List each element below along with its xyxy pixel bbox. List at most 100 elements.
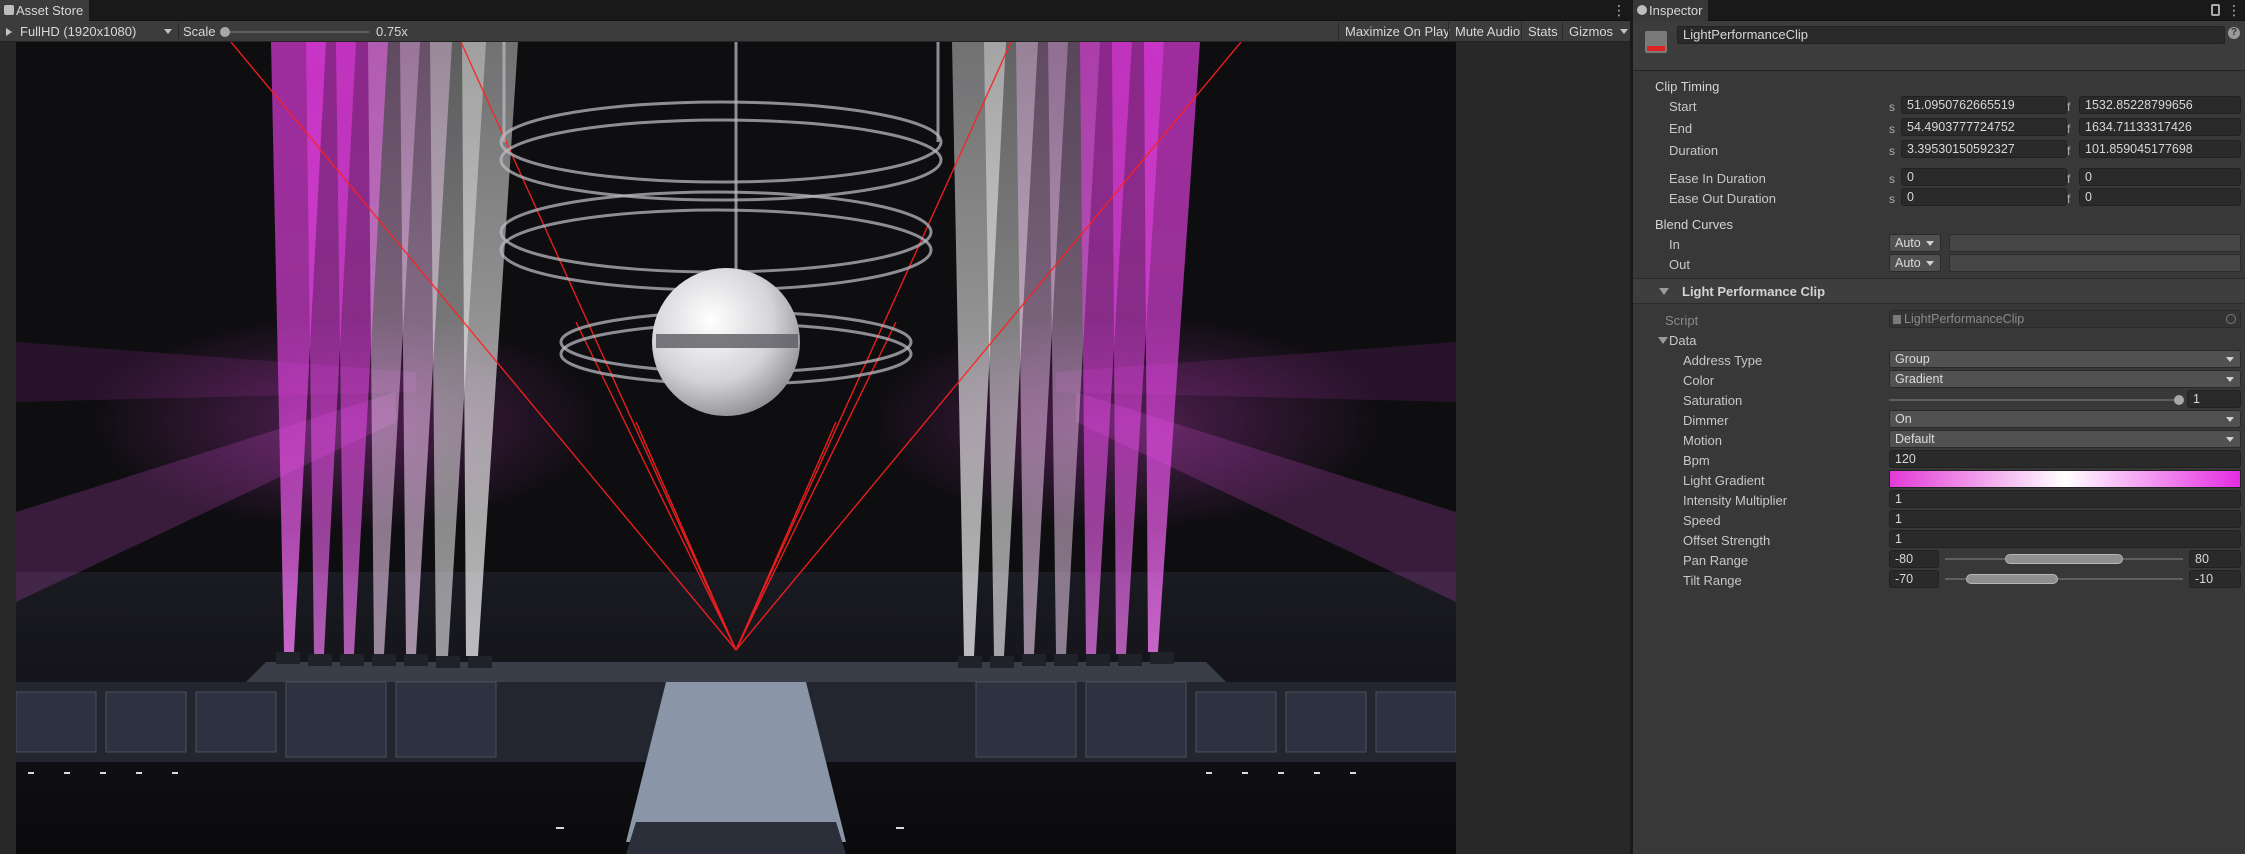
script-file-icon [1893,315,1901,324]
scale-label: Scale [183,24,216,39]
saturation-slider-track[interactable] [1889,399,2179,401]
chevron-down-icon [164,29,172,34]
duration-unit-s: s [1889,144,1895,158]
tilt-range-label: Tilt Range [1683,573,1742,588]
tab-asset-store[interactable]: Asset Store [0,0,90,21]
duration-frames-field[interactable]: 101.859045177698 [2079,140,2241,158]
start-seconds-field[interactable]: 51.0950762665519 [1901,96,2067,114]
ease-in-unit-s: s [1889,172,1895,186]
game-menu-kebab-icon[interactable]: ⋮ [1612,2,1626,18]
intensity-multiplier-label: Intensity Multiplier [1683,493,1788,508]
address-type-dropdown[interactable]: Group [1889,350,2241,368]
pan-range-minmax-handle[interactable] [2005,554,2123,564]
resolution-dropdown[interactable]: FullHD (1920x1080) [0,22,176,41]
dimmer-value: On [1895,412,1912,426]
intensity-multiplier-field[interactable]: 1 [1889,490,2241,508]
ease-out-frames-field[interactable]: 0 [2079,188,2241,206]
saturation-label: Saturation [1683,393,1743,408]
ease-out-seconds-field[interactable]: 0 [1901,188,2067,206]
color-label: Color [1683,373,1715,388]
light-gradient-label: Light Gradient [1683,473,1765,488]
tab-asset-store-label: Asset Store [16,3,84,18]
end-unit-f: f [2067,122,2071,136]
scale-slider-track[interactable] [223,31,369,33]
foldout-arrow-icon [1659,288,1669,295]
tilt-range-max-field[interactable]: -10 [2189,570,2241,588]
blend-curves-header: Blend Curves [1655,217,1734,232]
bpm-label: Bpm [1683,453,1710,468]
ease-out-unit-s: s [1889,192,1895,206]
tab-inspector[interactable]: Inspector [1633,0,1709,21]
speed-field[interactable]: 1 [1889,510,2241,528]
component-title: Light Performance Clip [1682,284,1826,299]
game-view-panel: Asset Store ⋮ FullHD (1920x1080) Scale 0… [0,0,1630,854]
game-viewport[interactable] [16,42,1456,854]
bpm-field[interactable]: 120 [1889,450,2241,468]
inspector-tab-bar: Inspector ⋮ [1633,0,2245,21]
script-value: LightPerformanceClip [1904,312,2025,326]
chevron-down-icon [2226,357,2234,362]
ease-in-unit-f: f [2067,172,2071,186]
color-value: Gradient [1895,372,1943,386]
offset-strength-field[interactable]: 1 [1889,530,2241,548]
pan-range-min-field[interactable]: -80 [1889,550,1939,568]
gizmos-label: Gizmos [1569,24,1614,39]
duration-label: Duration [1669,143,1719,158]
display-icon [6,28,12,36]
script-object-field: LightPerformanceClip [1889,310,2241,328]
blend-out-dropdown[interactable]: Auto [1889,254,1941,272]
duration-unit-f: f [2067,144,2071,158]
script-label: Script [1665,313,1699,328]
light-gradient-field[interactable] [1889,470,2241,488]
chevron-down-icon [1620,29,1628,34]
blend-out-curve-field[interactable] [1949,254,2241,272]
offset-strength-label: Offset Strength [1683,533,1771,548]
dimmer-label: Dimmer [1683,413,1729,428]
scale-value: 0.75x [376,24,408,39]
motion-label: Motion [1683,433,1723,448]
scale-slider-knob[interactable] [220,27,230,37]
blend-out-label: Out [1669,257,1690,272]
inspector-menu-kebab-icon[interactable]: ⋮ [2227,2,2241,18]
duration-seconds-field[interactable]: 3.39530150592327 [1901,140,2067,158]
chevron-down-icon [1926,261,1934,266]
start-frames-field[interactable]: 1532.85228799656 [2079,96,2241,114]
saturation-field[interactable]: 1 [2187,390,2241,408]
end-label: End [1669,121,1693,136]
tilt-range-min-field[interactable]: -70 [1889,570,1939,588]
maximize-on-play-button[interactable]: Maximize On Play [1338,22,1456,41]
mute-audio-button[interactable]: Mute Audio [1448,22,1526,41]
end-seconds-field[interactable]: 54.4903777724752 [1901,118,2067,136]
chevron-down-icon [2226,437,2234,442]
object-picker-icon [2226,314,2236,324]
component-header[interactable]: Light Performance Clip [1633,278,2245,304]
dimmer-dropdown[interactable]: On [1889,410,2241,428]
inspector-header: LightPerformanceClip ? [1633,21,2245,71]
help-icon[interactable]: ? [2228,27,2240,39]
ease-in-label: Ease In Duration [1669,171,1766,186]
saturation-slider-knob[interactable] [2174,395,2184,405]
chevron-down-icon [2226,417,2234,422]
blend-in-curve-field[interactable] [1949,234,2241,252]
motion-dropdown[interactable]: Default [1889,430,2241,448]
speed-label: Speed [1683,513,1721,528]
ease-in-frames-field[interactable]: 0 [2079,168,2241,186]
ease-in-seconds-field[interactable]: 0 [1901,168,2067,186]
data-foldout-arrow-icon[interactable] [1658,337,1668,344]
gizmos-button[interactable]: Gizmos [1562,22,1633,41]
data-label[interactable]: Data [1669,333,1696,348]
asset-name-field[interactable]: LightPerformanceClip [1677,26,2225,44]
blend-in-dropdown[interactable]: Auto [1889,234,1941,252]
end-frames-field[interactable]: 1634.71133317426 [2079,118,2241,136]
game-tab-bar: Asset Store ⋮ [0,0,1630,21]
start-label: Start [1669,99,1697,114]
pan-range-max-field[interactable]: 80 [2189,550,2241,568]
address-type-value: Group [1895,352,1930,366]
inspector-panel: Inspector ⋮ LightPerformanceClip ? Clip … [1632,0,2245,854]
stats-button[interactable]: Stats [1521,22,1564,41]
lock-icon[interactable] [2211,4,2220,16]
color-dropdown[interactable]: Gradient [1889,370,2241,388]
tilt-range-minmax-handle[interactable] [1966,574,2058,584]
tab-inspector-label: Inspector [1649,3,1703,18]
start-unit-f: f [2067,100,2071,114]
